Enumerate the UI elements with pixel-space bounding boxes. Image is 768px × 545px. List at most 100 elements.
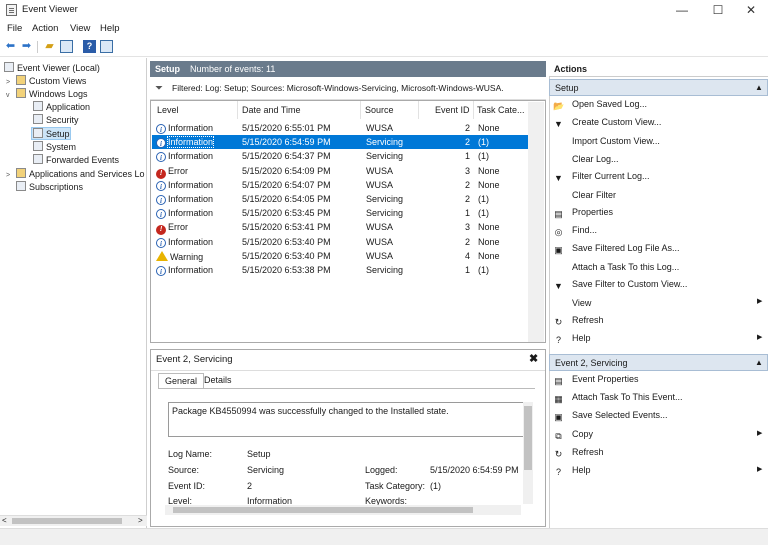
column-date-time[interactable]: Date and Time [242,105,301,119]
action-item[interactable]: ⧉ Copy ▶ [553,429,762,443]
tree-item-windows-logs[interactable]: v Windows Logs [6,88,88,101]
forward-arrow-icon[interactable]: ➡ [20,40,33,53]
detail-horizontal-scrollbar[interactable] [165,505,521,515]
column-divider[interactable] [237,101,238,119]
scroll-left-icon[interactable]: < [2,516,7,525]
actions-section-setup[interactable]: Setup ▲ [549,79,768,96]
column-divider[interactable] [418,101,419,119]
tree-item-custom-views[interactable]: > Custom Views [6,75,86,88]
help-icon[interactable]: ? [83,40,96,53]
menu-view[interactable]: View [70,23,90,34]
minimize-button[interactable]: — [664,0,700,20]
events-vertical-scrollbar[interactable] [528,102,544,342]
level-cell: Information [168,151,214,162]
event-id-cell: 2 [465,137,471,148]
source-cell: WUSA [366,179,393,190]
log-name-label: Log Name: [168,449,213,459]
action-item[interactable]: ▤ Event Properties [553,374,638,388]
date-cell: 5/15/2020 6:53:38 PM [242,265,331,275]
action-item[interactable]: View ▶ [553,297,762,311]
action-item[interactable]: Clear Log... [553,153,619,167]
action-item[interactable]: ▼ Create Custom View... [553,117,661,131]
maximize-button[interactable]: ☐ [700,0,736,20]
column-source[interactable]: Source [365,105,394,119]
tree-item-apps-services[interactable]: > Applications and Services Lo [6,168,145,181]
event-id-cell: 1 [465,151,471,162]
tree-item-system[interactable]: System [33,141,76,154]
tree-item-setup[interactable]: Setup [31,127,71,140]
console-tree-icon[interactable] [60,40,73,53]
detail-vertical-scrollbar[interactable] [523,402,533,504]
collapse-icon[interactable]: ▲ [755,358,763,367]
action-label: Help [572,333,591,343]
table-row[interactable]: i Information 5/15/2020 6:54:07 PM WUSA 2 Non… [152,178,529,192]
tree-item-security[interactable]: Security [33,114,79,127]
action-item[interactable]: ? Help ▶ [553,465,762,479]
subscriptions-icon [16,181,26,191]
close-button[interactable]: ✕ [733,0,768,20]
menu-file[interactable]: File [7,23,22,34]
table-row[interactable]: ! Error 5/15/2020 6:53:41 PM WUSA 3 None [152,220,529,236]
action-item[interactable]: 📂 Open Saved Log... [553,99,647,113]
information-icon: i [156,180,166,191]
scroll-thumb[interactable] [12,518,122,524]
action-item[interactable]: Import Custom View... [553,135,660,149]
table-row[interactable]: Warning 5/15/2020 6:53:40 PM WUSA 4 None [152,249,529,263]
action-item[interactable]: ▼ Save Filter to Custom View... [553,279,687,293]
action-label: Import Custom View... [572,136,660,146]
back-arrow-icon[interactable]: ⬅ [4,40,17,53]
event-viewer-app-icon [6,4,17,16]
copy-icon: ⧉ [555,430,562,441]
actions-section-event[interactable]: Event 2, Servicing ▲ [549,354,768,371]
menu-help[interactable]: Help [100,23,120,34]
collapse-icon[interactable]: ▲ [755,83,763,92]
menu-action[interactable]: Action [32,23,58,34]
column-event-id[interactable]: Event ID [435,105,470,119]
event-id-cell: 2 [465,123,471,133]
tree-item-subscriptions[interactable]: Subscriptions [16,181,83,194]
action-item[interactable]: ▦ Attach Task To This Event... [553,392,682,406]
chevron-down-icon[interactable]: v [6,89,16,102]
action-item[interactable]: ▤ Properties [553,207,613,221]
action-label: Refresh [572,315,604,325]
level-cell: Warning [170,251,204,262]
action-item[interactable]: ▣ Save Filtered Log File As... [553,243,679,257]
actions-title: Actions [554,64,588,74]
action-item[interactable]: Clear Filter [553,189,616,203]
action-item[interactable]: ◎ Find... [553,225,597,239]
column-divider[interactable] [360,101,361,119]
tab-details[interactable]: Details [198,373,238,388]
action-item[interactable]: Attach a Task To this Log... [553,261,679,275]
tree-item-forwarded-events[interactable]: Forwarded Events [33,154,119,167]
table-row[interactable]: i Information 5/15/2020 6:54:59 PM Servicin… [152,135,529,150]
scroll-thumb[interactable] [524,406,532,470]
action-label: Save Selected Events... [572,410,668,421]
table-row[interactable]: i Information 5/15/2020 6:55:01 PM WUSA 2 Non… [152,121,529,135]
table-row[interactable]: ! Error 5/15/2020 6:54:09 PM WUSA 3 None [152,164,529,179]
date-cell: 5/15/2020 6:53:45 PM [242,208,331,219]
column-task-category[interactable]: Task Cate... [477,105,525,119]
table-row[interactable]: i Information 5/15/2020 6:53:40 PM WUSA 2 Non… [152,235,529,249]
table-row[interactable]: i Information 5/15/2020 6:53:38 PM Servicin… [152,263,529,277]
action-item[interactable]: ▼ Filter Current Log... [553,171,650,185]
table-row[interactable]: i Information 5/15/2020 6:54:05 PM Servicin… [152,192,529,206]
action-item[interactable]: ? Help ▶ [553,333,762,347]
action-item[interactable]: ↻ Refresh [553,447,604,461]
tree-horizontal-scrollbar[interactable]: < > [0,515,147,526]
column-divider[interactable] [473,101,474,119]
tree-item-root[interactable]: Event Viewer (Local) [4,62,100,75]
action-pane-icon[interactable] [100,40,113,53]
close-icon[interactable]: ✖ [529,352,538,365]
tree-item-application[interactable]: Application [33,101,90,114]
scroll-right-icon[interactable]: > [138,516,143,525]
properties-icon: ▤ [554,209,563,219]
action-item[interactable]: ▣ Save Selected Events... [553,410,668,424]
chevron-right-icon[interactable]: > [6,169,16,182]
date-cell: 5/15/2020 6:54:59 PM [242,137,331,148]
column-level[interactable]: Level [157,105,179,119]
action-item[interactable]: ↻ Refresh [553,315,604,329]
table-row[interactable]: i Information 5/15/2020 6:54:37 PM Servicin… [152,149,529,163]
scroll-thumb[interactable] [173,507,473,513]
table-row[interactable]: i Information 5/15/2020 6:53:45 PM Servicin… [152,206,529,220]
folder-icon[interactable]: ▰ [43,40,56,53]
